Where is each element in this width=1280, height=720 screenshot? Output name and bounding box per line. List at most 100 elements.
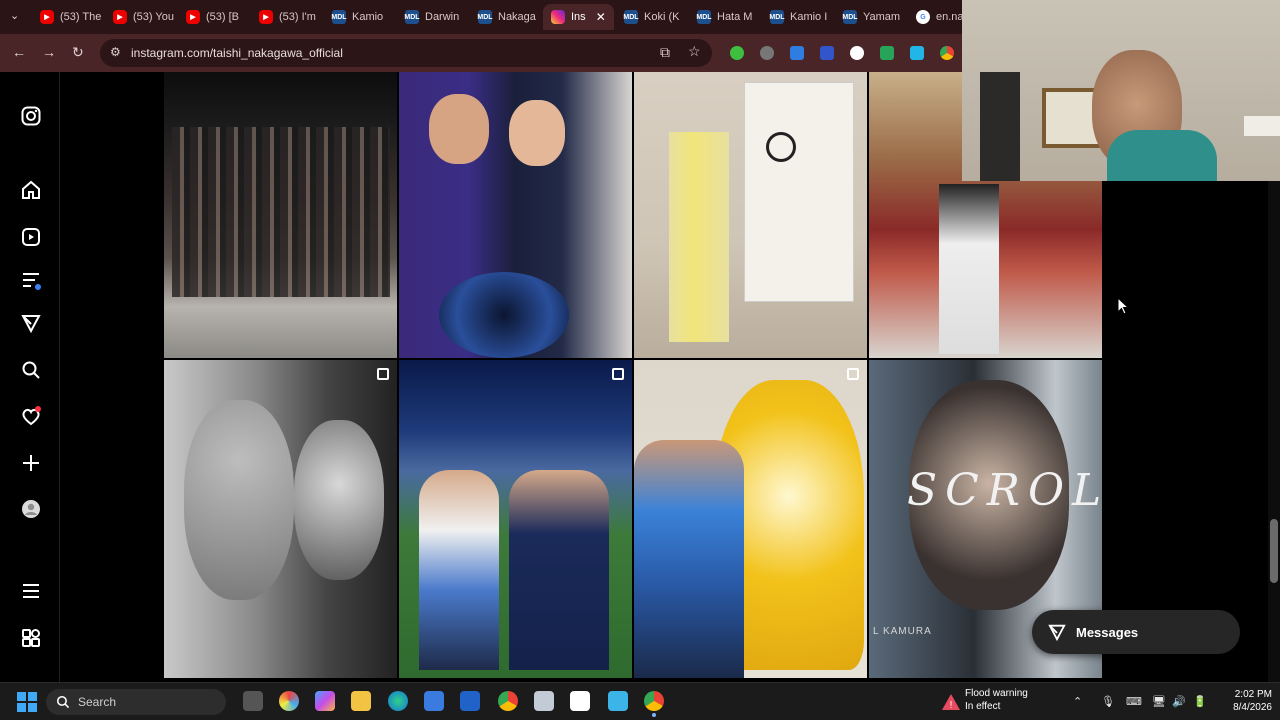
edge-icon[interactable]	[388, 691, 408, 711]
task-view-icon[interactable]	[243, 691, 263, 711]
browser-tab[interactable]: MDL Darwin	[397, 4, 468, 30]
post-thumbnail-bw-portrait[interactable]	[164, 360, 397, 678]
forward-icon[interactable]: →	[42, 44, 56, 60]
webcam-overlay	[962, 0, 1280, 181]
browser-tab[interactable]: ▶ (53) [B	[178, 4, 249, 30]
page-scrollbar[interactable]	[1268, 181, 1280, 682]
svg-text:!: !	[950, 700, 953, 711]
network-icon[interactable]: 🖥	[1152, 695, 1166, 708]
reload-icon[interactable]: ↻	[72, 44, 84, 61]
store-icon[interactable]	[424, 691, 444, 711]
also-from-meta-icon[interactable]	[20, 627, 42, 649]
create-icon[interactable]	[20, 452, 42, 474]
copilot-icon[interactable]	[315, 691, 335, 711]
browser-tab[interactable]: MDL Hata M	[689, 4, 760, 30]
mouse-cursor-icon	[1117, 297, 1129, 315]
mdl-icon: MDL	[769, 10, 785, 24]
post-thumbnail-guitar[interactable]	[399, 72, 632, 358]
reels-icon[interactable]	[20, 226, 42, 248]
page-right-margin	[1102, 181, 1272, 682]
youtube-icon: ▶	[259, 10, 273, 24]
mdl-icon: MDL	[623, 10, 639, 24]
post-thumbnail-stage-costume[interactable]	[634, 72, 867, 358]
battery-icon[interactable]: 🔋	[1193, 695, 1207, 708]
browser-tab[interactable]: MDL Nakaga	[470, 4, 541, 30]
search-icon[interactable]	[20, 359, 42, 381]
extension-lightblue-icon[interactable]	[910, 46, 924, 60]
back-icon[interactable]: ←	[12, 44, 26, 60]
clock-date: 8/4/2026	[1233, 702, 1272, 713]
mdl-icon: MDL	[842, 10, 858, 24]
browser-tab[interactable]: MDL Koki (K	[616, 4, 687, 30]
scrollbar-thumb[interactable]	[1270, 519, 1278, 583]
browser-tab-strip: ⌄ ▶ (53) The ▶ (53) You ▶ (53) [B ▶ (53) I'm MDL…	[0, 0, 964, 34]
profile-icon[interactable]	[20, 498, 42, 520]
browser-tab[interactable]: ▶ (53) The	[32, 4, 103, 30]
browser-tab[interactable]: ▶ (53) You	[105, 4, 176, 30]
tab-search-chevron-icon[interactable]: ⌄	[10, 9, 19, 22]
weather-title: Flood warning	[965, 688, 1028, 699]
chrome-icon[interactable]	[498, 691, 518, 711]
tray-chevron-icon[interactable]: ⌃	[1073, 695, 1082, 708]
instagram-logo-icon[interactable]	[20, 105, 42, 127]
mail-icon[interactable]	[460, 691, 480, 711]
windows-taskbar: Search ! Flood warning In effect ⌃ 🎙 ⌨ 🖥…	[0, 682, 1280, 720]
browser-tab[interactable]: MDL Kamio I	[762, 4, 833, 30]
extension-record-icon[interactable]	[850, 46, 864, 60]
bookmark-star-icon[interactable]: ☆	[688, 43, 701, 60]
chrome-active-icon[interactable]	[644, 691, 664, 711]
extension-badge-icon[interactable]	[880, 46, 894, 60]
capcut-icon[interactable]	[570, 691, 590, 711]
extension-blue-icon[interactable]	[790, 46, 804, 60]
snipping-icon[interactable]	[534, 691, 554, 711]
browser-tab-label: (53) I'm	[279, 11, 316, 23]
instagram-sidebar	[0, 72, 60, 682]
notepad-icon[interactable]	[608, 691, 628, 711]
more-icon[interactable]	[20, 580, 42, 602]
browser-tab[interactable]: MDL Kamio	[324, 4, 395, 30]
search-icon	[56, 695, 70, 709]
taskbar-search[interactable]: Search	[46, 689, 226, 715]
site-info-icon[interactable]: ⚙	[110, 45, 121, 59]
browser-tab-label: Kamio I	[790, 11, 828, 23]
weather-alert-icon: !	[942, 694, 960, 711]
taskbar-clock[interactable]: 2:02 PM 8/4/2026	[1220, 688, 1272, 714]
explore-icon[interactable]	[20, 312, 42, 334]
weather-widget[interactable]: Flood warning In effect	[965, 687, 1028, 713]
close-tab-icon[interactable]: ✕	[596, 10, 606, 24]
extension-gray-icon[interactable]	[760, 46, 774, 60]
post-overlay-text: SCROLL	[907, 465, 1102, 516]
post-thumbnail-group-photo[interactable]	[164, 72, 397, 358]
file-explorer-icon[interactable]	[351, 691, 371, 711]
messages-label: Messages	[1076, 624, 1139, 640]
browser-tab-label: (53) The	[60, 11, 102, 23]
extension-green-icon[interactable]	[730, 46, 744, 60]
install-app-icon[interactable]: ⧉	[660, 44, 670, 61]
browser-tab-label: (53) [B	[206, 11, 240, 23]
app-circle-icon[interactable]	[279, 691, 299, 711]
feed-icon[interactable]	[20, 269, 42, 291]
post-thumbnail-stadium[interactable]	[399, 360, 632, 678]
browser-tab[interactable]: MDL Yamam	[835, 4, 906, 30]
mdl-icon: MDL	[331, 10, 347, 24]
keyboard-icon[interactable]: ⌨	[1126, 695, 1142, 708]
windows-start-icon[interactable]	[17, 692, 37, 712]
browser-tab[interactable]: ▶ (53) I'm	[251, 4, 322, 30]
extension-chrome-icon[interactable]	[940, 46, 954, 60]
messages-button[interactable]: Messages	[1032, 610, 1240, 654]
volume-icon[interactable]: 🔊	[1172, 695, 1186, 708]
taskbar-search-label: Search	[78, 695, 117, 709]
microphone-icon[interactable]: 🎙	[1101, 695, 1115, 708]
browser-tab-label: Hata M	[717, 11, 753, 23]
browser-toolbar: ← → ↻ ⚙ instagram.com/taishi_nakagawa_of…	[0, 34, 962, 72]
address-bar[interactable]: ⚙ instagram.com/taishi_nakagawa_official	[100, 39, 712, 67]
extension-chart-icon[interactable]	[820, 46, 834, 60]
browser-tab-label: Ins	[571, 11, 586, 23]
home-icon[interactable]	[20, 179, 42, 201]
browser-tab-label: Darwin	[425, 11, 460, 23]
notifications-icon[interactable]	[20, 405, 42, 427]
browser-tab-label: (53) You	[133, 11, 174, 23]
post-thumbnail-mascot[interactable]	[634, 360, 867, 678]
browser-tab[interactable]: Ins ✕	[543, 4, 614, 30]
mdl-icon: MDL	[404, 10, 420, 24]
